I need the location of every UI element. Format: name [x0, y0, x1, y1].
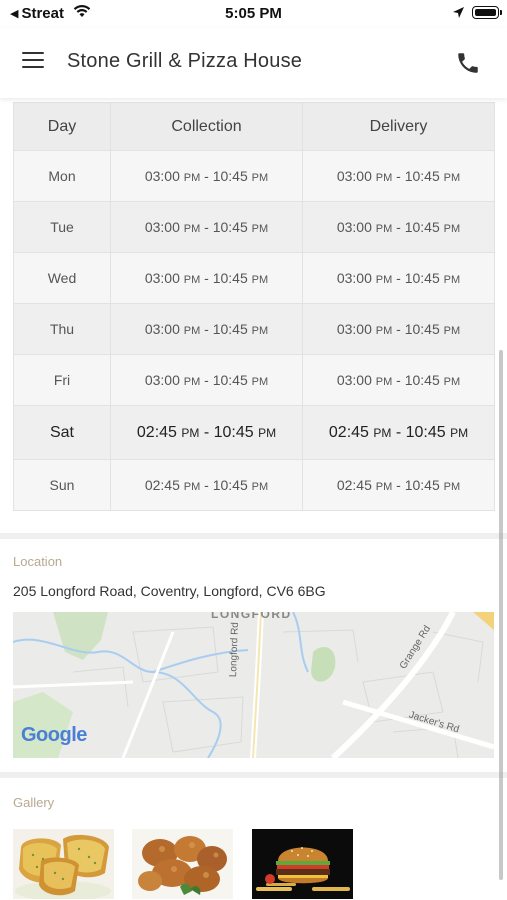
day-cell: Wed	[13, 252, 111, 304]
table-row: Wed 03:00 PM - 10:45 PM 03:00 PM - 10:45…	[13, 252, 495, 304]
delivery-hours-cell: 02:45 PM - 10:45 PM	[302, 405, 495, 460]
phone-call-icon[interactable]	[455, 50, 481, 76]
gallery-image-fried-chicken[interactable]	[132, 829, 233, 899]
collection-hours-cell: 02:45 PM - 10:45 PM	[110, 405, 303, 460]
day-cell: Tue	[13, 201, 111, 253]
day-cell: Mon	[13, 150, 111, 202]
table-row: Tue 03:00 PM - 10:45 PM 03:00 PM - 10:45…	[13, 201, 495, 253]
collection-hours-cell: 03:00 PM - 10:45 PM	[110, 354, 303, 406]
map-label-area: LONGFORD	[211, 612, 292, 621]
location-section-label: Location	[13, 554, 63, 569]
table-row-today: Sat 02:45 PM - 10:45 PM 02:45 PM - 10:45…	[13, 405, 495, 460]
section-divider	[0, 533, 507, 539]
collection-hours-cell: 03:00 PM - 10:45 PM	[110, 150, 303, 202]
day-cell: Thu	[13, 303, 111, 355]
section-divider	[0, 772, 507, 778]
table-row: Fri 03:00 PM - 10:45 PM 03:00 PM - 10:45…	[13, 354, 495, 406]
gallery-image-burger[interactable]	[252, 829, 353, 899]
delivery-hours-cell: 02:45 PM - 10:45 PM	[302, 459, 495, 511]
status-bar: ◀ Streat 5:05 PM	[0, 0, 507, 28]
scroll-content[interactable]: Day Collection Delivery Mon 03:00 PM - 1…	[0, 98, 507, 900]
app-header: Stone Grill & Pizza House	[0, 28, 507, 98]
delivery-hours-cell: 03:00 PM - 10:45 PM	[302, 303, 495, 355]
page-title: Stone Grill & Pizza House	[67, 50, 303, 72]
location-arrow-icon	[453, 7, 464, 18]
opening-hours-table: Day Collection Delivery Mon 03:00 PM - 1…	[13, 102, 495, 511]
table-row: Sun 02:45 PM - 10:45 PM 02:45 PM - 10:45…	[13, 459, 495, 511]
collection-hours-cell: 03:00 PM - 10:45 PM	[110, 252, 303, 304]
location-map[interactable]: LONGFORD Longford Rd Grange Rd Jacker's …	[13, 612, 494, 758]
column-header-collection: Collection	[110, 102, 303, 151]
restaurant-address: 205 Longford Road, Coventry, Longford, C…	[13, 583, 326, 599]
gallery-image-garlic-bread[interactable]	[13, 829, 114, 899]
table-header-row: Day Collection Delivery	[13, 102, 495, 151]
collection-hours-cell: 03:00 PM - 10:45 PM	[110, 201, 303, 253]
day-cell: Fri	[13, 354, 111, 406]
battery-icon	[472, 6, 502, 19]
table-row: Mon 03:00 PM - 10:45 PM 03:00 PM - 10:45…	[13, 150, 495, 202]
day-cell: Sun	[13, 459, 111, 511]
delivery-hours-cell: 03:00 PM - 10:45 PM	[302, 201, 495, 253]
gallery-section-label: Gallery	[13, 795, 55, 810]
scrollbar[interactable]	[499, 350, 503, 880]
column-header-day: Day	[13, 102, 111, 151]
table-row: Thu 03:00 PM - 10:45 PM 03:00 PM - 10:45…	[13, 303, 495, 355]
delivery-hours-cell: 03:00 PM - 10:45 PM	[302, 252, 495, 304]
collection-hours-cell: 03:00 PM - 10:45 PM	[110, 303, 303, 355]
delivery-hours-cell: 03:00 PM - 10:45 PM	[302, 150, 495, 202]
status-time: 5:05 PM	[225, 5, 282, 22]
delivery-hours-cell: 03:00 PM - 10:45 PM	[302, 354, 495, 406]
collection-hours-cell: 02:45 PM - 10:45 PM	[110, 459, 303, 511]
hamburger-menu-icon[interactable]	[22, 52, 46, 72]
column-header-delivery: Delivery	[302, 102, 495, 151]
map-label-road-1: Longford Rd	[228, 621, 241, 678]
day-cell: Sat	[13, 405, 111, 460]
google-logo: Google	[21, 724, 87, 746]
